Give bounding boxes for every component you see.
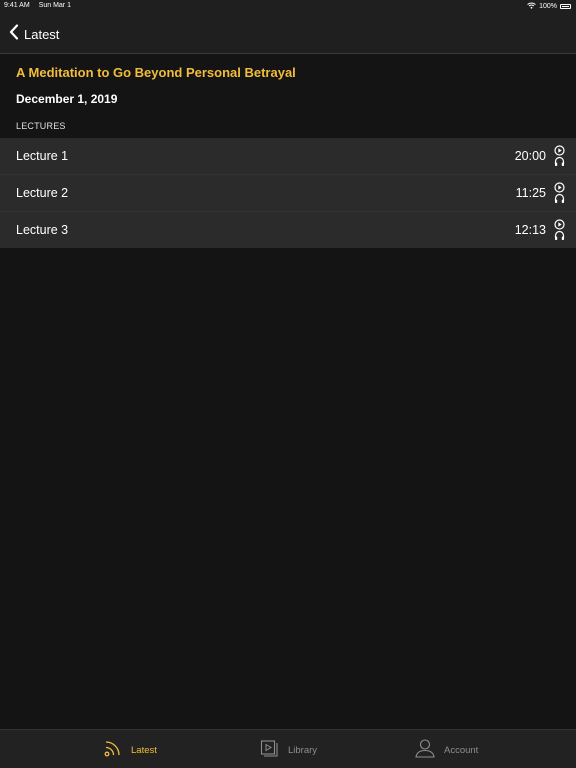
tab-label: Latest [131,745,157,756]
lecture-actions [554,182,566,204]
headphones-icon[interactable] [554,230,566,241]
lecture-duration: 20:00 [514,149,546,163]
page-date: December 1, 2019 [16,92,118,106]
lecture-row[interactable]: Lecture 1 20:00 [0,138,576,175]
status-bar: 9:41 AM Sun Mar 1 100% [0,0,576,12]
lecture-duration: 12:13 [514,223,546,237]
lecture-row[interactable]: Lecture 3 12:13 [0,212,576,248]
lecture-actions [554,219,566,241]
headphones-icon[interactable] [554,193,566,204]
tab-label: Library [288,745,318,756]
play-icon[interactable] [554,219,566,230]
page-title: A Meditation to Go Beyond Personal Betra… [16,65,296,80]
status-right: 100% [527,2,571,11]
lecture-row[interactable]: Lecture 2 11:25 [0,175,576,212]
headphones-icon[interactable] [554,156,566,167]
tab-label: Account [444,745,479,756]
lecture-list: Lecture 1 20:00 Lecture 2 11:25 Lecture … [0,138,576,248]
lecture-title: Lecture 3 [16,223,69,237]
lecture-duration: 11:25 [515,186,546,200]
lecture-title: Lecture 2 [16,186,69,200]
section-header: LECTURES [16,121,66,131]
tab-library[interactable]: Library [260,738,317,763]
wifi-icon [527,2,536,11]
battery-icon [560,4,571,9]
status-time: 9:41 AM [4,2,30,9]
play-icon[interactable] [554,145,566,156]
status-left: 9:41 AM Sun Mar 1 [4,2,71,9]
nav-bar: Latest [0,12,576,54]
account-icon [414,738,436,763]
status-date: Sun Mar 1 [38,2,71,9]
lecture-actions [554,145,566,167]
tab-account[interactable]: Account [414,738,478,763]
lecture-title: Lecture 1 [16,149,69,163]
battery-percent: 100% [539,3,557,10]
chevron-left-icon [9,24,19,45]
library-icon [260,738,280,763]
play-icon[interactable] [554,182,566,193]
app-root: 9:41 AM Sun Mar 1 100% Latest A Meditati… [0,0,576,768]
back-label: Latest [24,27,60,42]
back-button[interactable]: Latest [9,24,59,45]
tab-latest[interactable]: Latest [103,738,157,763]
rss-icon [103,738,123,763]
tab-bar: Latest Library Account [0,729,576,768]
